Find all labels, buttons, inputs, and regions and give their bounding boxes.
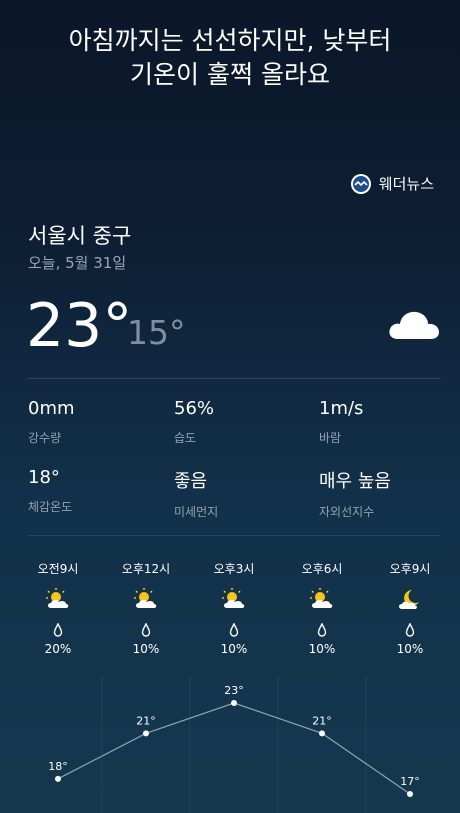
headline: 아침까지는 선선하지만, 낮부터 기온이 훌쩍 올라요	[0, 24, 460, 92]
temperature-point	[407, 791, 413, 797]
divider-middle	[28, 535, 441, 536]
partly-cloudy-night-icon	[397, 588, 423, 610]
hour-time: 오후12시	[121, 562, 171, 576]
raindrop-icon	[317, 622, 327, 637]
metric-label: 습도	[174, 431, 197, 445]
hour-time: 오전9시	[37, 562, 79, 576]
metric-value: 56%	[174, 398, 215, 419]
hourly-item: 오전9시 20%	[28, 560, 88, 656]
metric-precipitation: 0mm 강수량	[28, 398, 158, 446]
raindrop-icon	[405, 622, 415, 637]
precip-chance: 10%	[132, 642, 160, 656]
metric-value: 좋음	[174, 471, 208, 492]
precip-chance: 20%	[44, 642, 72, 656]
partly-sunny-icon	[221, 588, 247, 610]
metric-label: 미세먼지	[174, 505, 219, 519]
metric-label: 체감온도	[28, 500, 73, 514]
metric-uv-index: 매우 높음 자외선지수	[319, 467, 449, 520]
location-title: 서울시 중구	[28, 224, 132, 248]
hourly-item: 오후3시 10%	[204, 560, 264, 656]
hour-time: 오후6시	[301, 562, 343, 576]
divider-top	[28, 378, 441, 379]
hour-time: 오후9시	[389, 562, 431, 576]
current-temperature: 23°	[26, 291, 133, 361]
hourly-item: 오후9시 10%	[380, 560, 440, 656]
hour-time: 오후3시	[213, 562, 255, 576]
metric-label: 자외선지수	[319, 505, 375, 519]
metric-wind: 1m/s 바람	[319, 398, 449, 446]
metric-fine-dust: 좋음 미세먼지	[174, 467, 304, 520]
brand-name: 웨더뉴스	[378, 175, 434, 193]
headline-line-1: 아침까지는 선선하지만, 낮부터	[68, 26, 392, 55]
partly-sunny-icon	[133, 588, 159, 610]
metric-value: 1m/s	[319, 398, 364, 419]
temperature-point	[143, 730, 149, 737]
raindrop-icon	[229, 622, 239, 637]
temperature-label: 21°	[136, 714, 156, 727]
raindrop-icon	[141, 622, 151, 637]
metric-humidity: 56% 습도	[174, 398, 304, 446]
temperature-point	[319, 730, 325, 737]
weathernews-logo-icon	[350, 173, 371, 194]
partly-sunny-icon	[309, 588, 335, 610]
temperature-label: 17°	[400, 775, 420, 788]
metric-value: 매우 높음	[319, 471, 391, 492]
hourly-item: 오후6시 10%	[292, 560, 352, 656]
metric-feels-like: 18° 체감온도	[28, 467, 158, 515]
temperature-label: 18°	[48, 760, 68, 773]
brand[interactable]: 웨더뉴스	[350, 173, 434, 194]
temperature-point	[231, 700, 237, 706]
partly-sunny-icon	[45, 588, 71, 610]
temperature-label: 23°	[224, 684, 244, 697]
precip-chance: 10%	[396, 642, 424, 656]
metric-value: 18°	[28, 467, 60, 488]
cloud-icon	[388, 307, 440, 341]
headline-line-2: 기온이 훌쩍 올라요	[130, 60, 330, 89]
temperature-label: 21°	[312, 714, 332, 727]
low-temperature: 15°	[127, 313, 186, 352]
precip-chance: 10%	[308, 642, 336, 656]
hourly-item: 오후12시 10%	[116, 560, 176, 656]
metric-value: 0mm	[28, 398, 75, 419]
temperature-line	[57, 702, 411, 795]
temperature-point	[55, 775, 61, 782]
metric-label: 바람	[319, 431, 342, 445]
hourly-temperature-graph: 18° 21° 23° 21° 17°	[48, 676, 420, 813]
metric-label: 강수량	[28, 431, 62, 445]
precip-chance: 10%	[220, 642, 248, 656]
raindrop-icon	[53, 622, 63, 637]
date-label: 오늘, 5월 31일	[28, 254, 127, 272]
